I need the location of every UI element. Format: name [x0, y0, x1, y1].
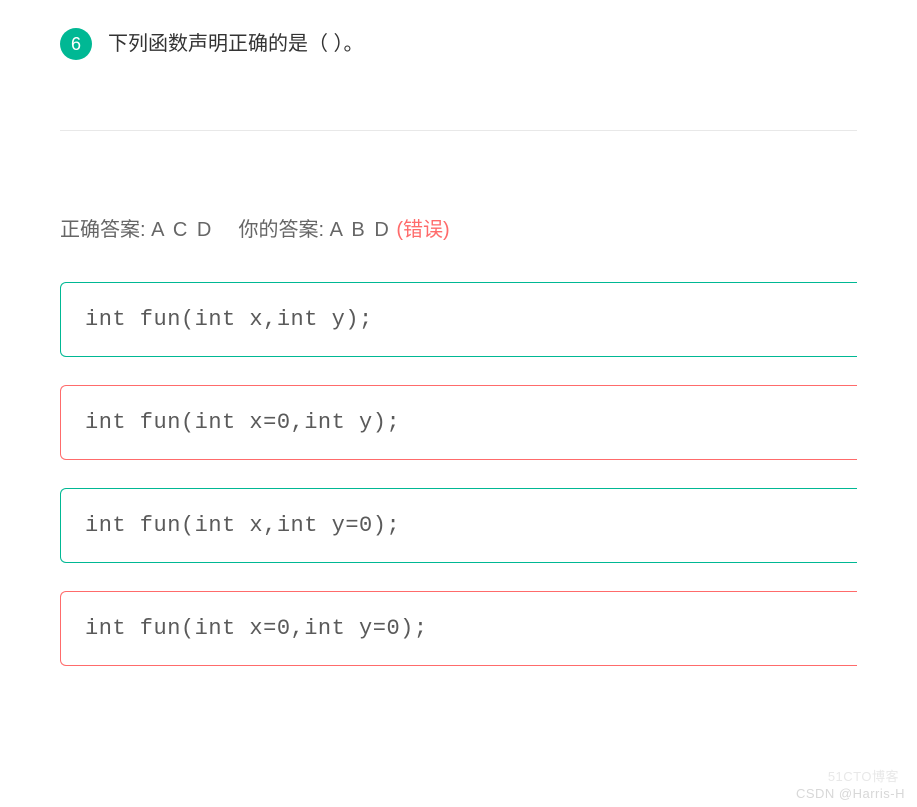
watermark-secondary: 51CTO博客: [828, 766, 899, 785]
section-divider: [60, 130, 857, 131]
question-text: 下列函数声明正确的是（ ）。: [108, 29, 364, 59]
answer-summary: 正确答案: A C D 你的答案: A B D (错误): [60, 213, 857, 242]
wrong-marker: (错误): [396, 219, 449, 241]
option-a[interactable]: int fun(int x,int y);: [60, 282, 857, 357]
option-c[interactable]: int fun(int x,int y=0);: [60, 488, 857, 563]
question-number-badge: 6: [60, 28, 92, 60]
options-list: int fun(int x,int y); int fun(int x=0,in…: [60, 282, 857, 666]
your-answer-label: 你的答案:: [239, 219, 325, 241]
watermark-primary: CSDN @Harris-H: [796, 786, 905, 801]
your-answer-value: A B D: [330, 219, 391, 241]
option-b[interactable]: int fun(int x=0,int y);: [60, 385, 857, 460]
option-d[interactable]: int fun(int x=0,int y=0);: [60, 591, 857, 666]
question-header: 6 下列函数声明正确的是（ ）。: [60, 28, 857, 60]
answer-section: 正确答案: A C D 你的答案: A B D (错误) int fun(int…: [0, 171, 917, 666]
correct-answer-label: 正确答案:: [60, 219, 146, 241]
question-section: 6 下列函数声明正确的是（ ）。: [0, 0, 917, 171]
correct-answer-value: A C D: [151, 219, 213, 241]
